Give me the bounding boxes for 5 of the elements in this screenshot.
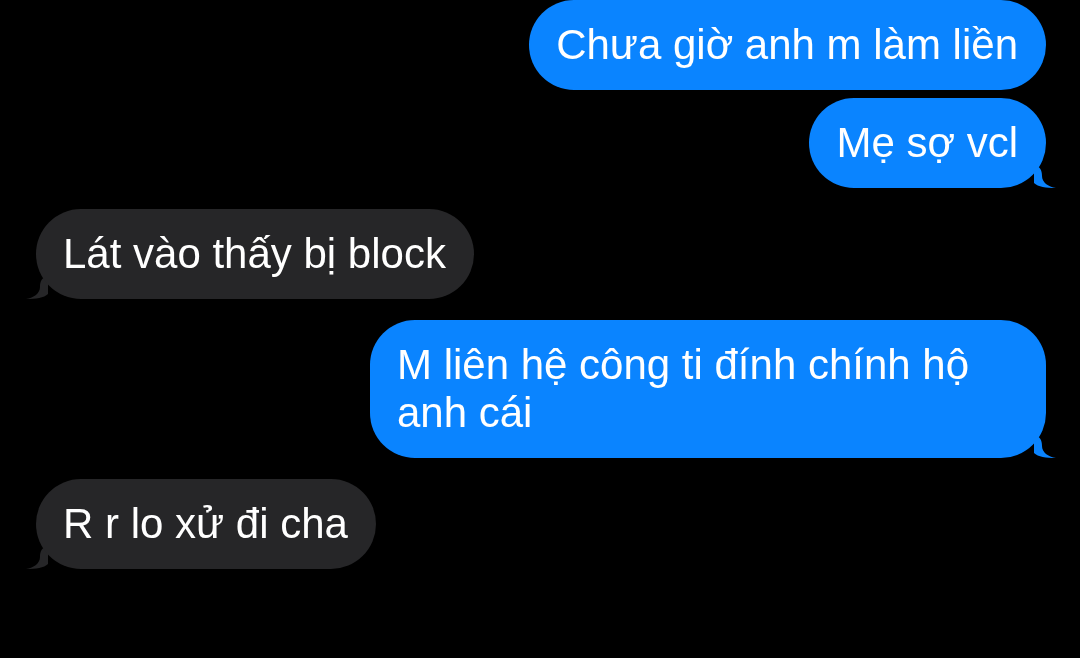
message-bubble: M liên hệ công ti đính chính hộ anh cái [370, 320, 1046, 458]
message-bubble: R r lo xử đi cha [36, 479, 376, 569]
message-bubble: Mẹ sợ vcl [809, 98, 1046, 188]
message-bubble: Chưa giờ anh m làm liền [529, 0, 1046, 90]
message-bubble: Lát vào thấy bị block [36, 209, 474, 299]
